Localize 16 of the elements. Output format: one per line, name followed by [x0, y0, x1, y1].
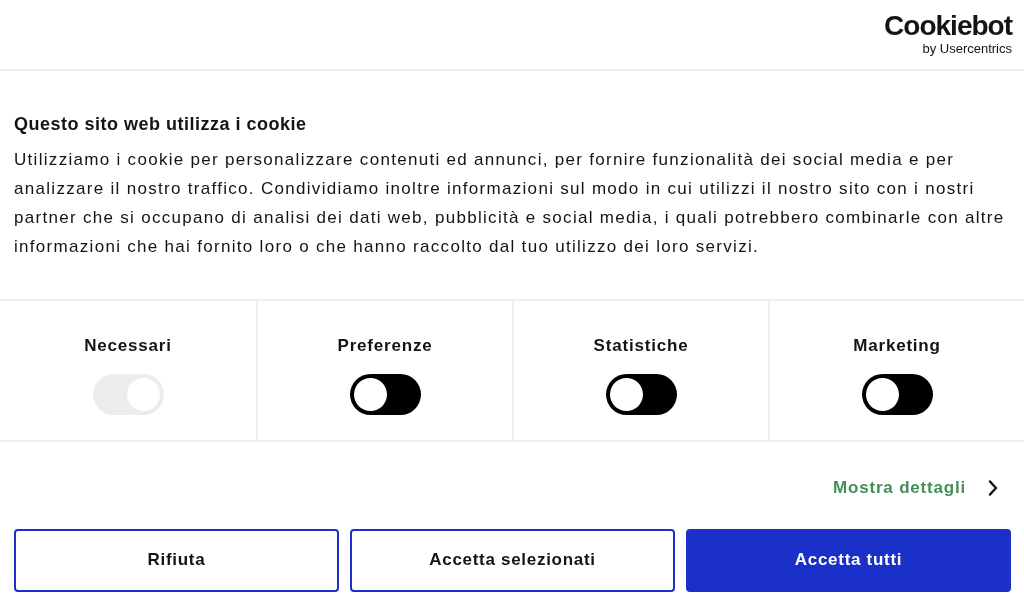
- description-text: Utilizziamo i cookie per personalizzare contenuti ed annunci, per fornire funzionalità dei social media e per analizzare il nostro traffico. Condividiamo inoltre informazioni sul modo in cui utilizzi il nostro sito con i nostri partner che si occupano di analisi dei dati web, pubblicità e social media, i quali potrebbero combinarle con altre informazioni che hai fornito loro o che hanno raccolto dal tuo utilizzo dei loro servizi.: [14, 149, 1006, 258]
- outline-button[interactable]: Rifiuta: [14, 528, 339, 592]
- category-label: Statistiche: [593, 336, 689, 356]
- toggle-switch[interactable]: [605, 374, 677, 415]
- toggle-switch[interactable]: [349, 374, 421, 415]
- details-link[interactable]: Mostra dettagli: [833, 475, 966, 501]
- accept-all-button[interactable]: Accetta tutti: [686, 528, 1011, 592]
- outline-button[interactable]: Accetta selezionati: [350, 528, 675, 592]
- category-label: Preferenze: [337, 336, 433, 356]
- category-label: Necessari: [84, 336, 172, 356]
- logo-wordmark: Cookiebot: [884, 12, 1012, 40]
- toggle-switch[interactable]: [861, 374, 933, 415]
- category-label: Marketing: [853, 336, 941, 356]
- chevron-right-icon[interactable]: [988, 479, 998, 496]
- logo-byline: by Usercentrics: [921, 42, 1012, 55]
- dialog-title: Questo sito web utilizza i cookie: [14, 113, 308, 135]
